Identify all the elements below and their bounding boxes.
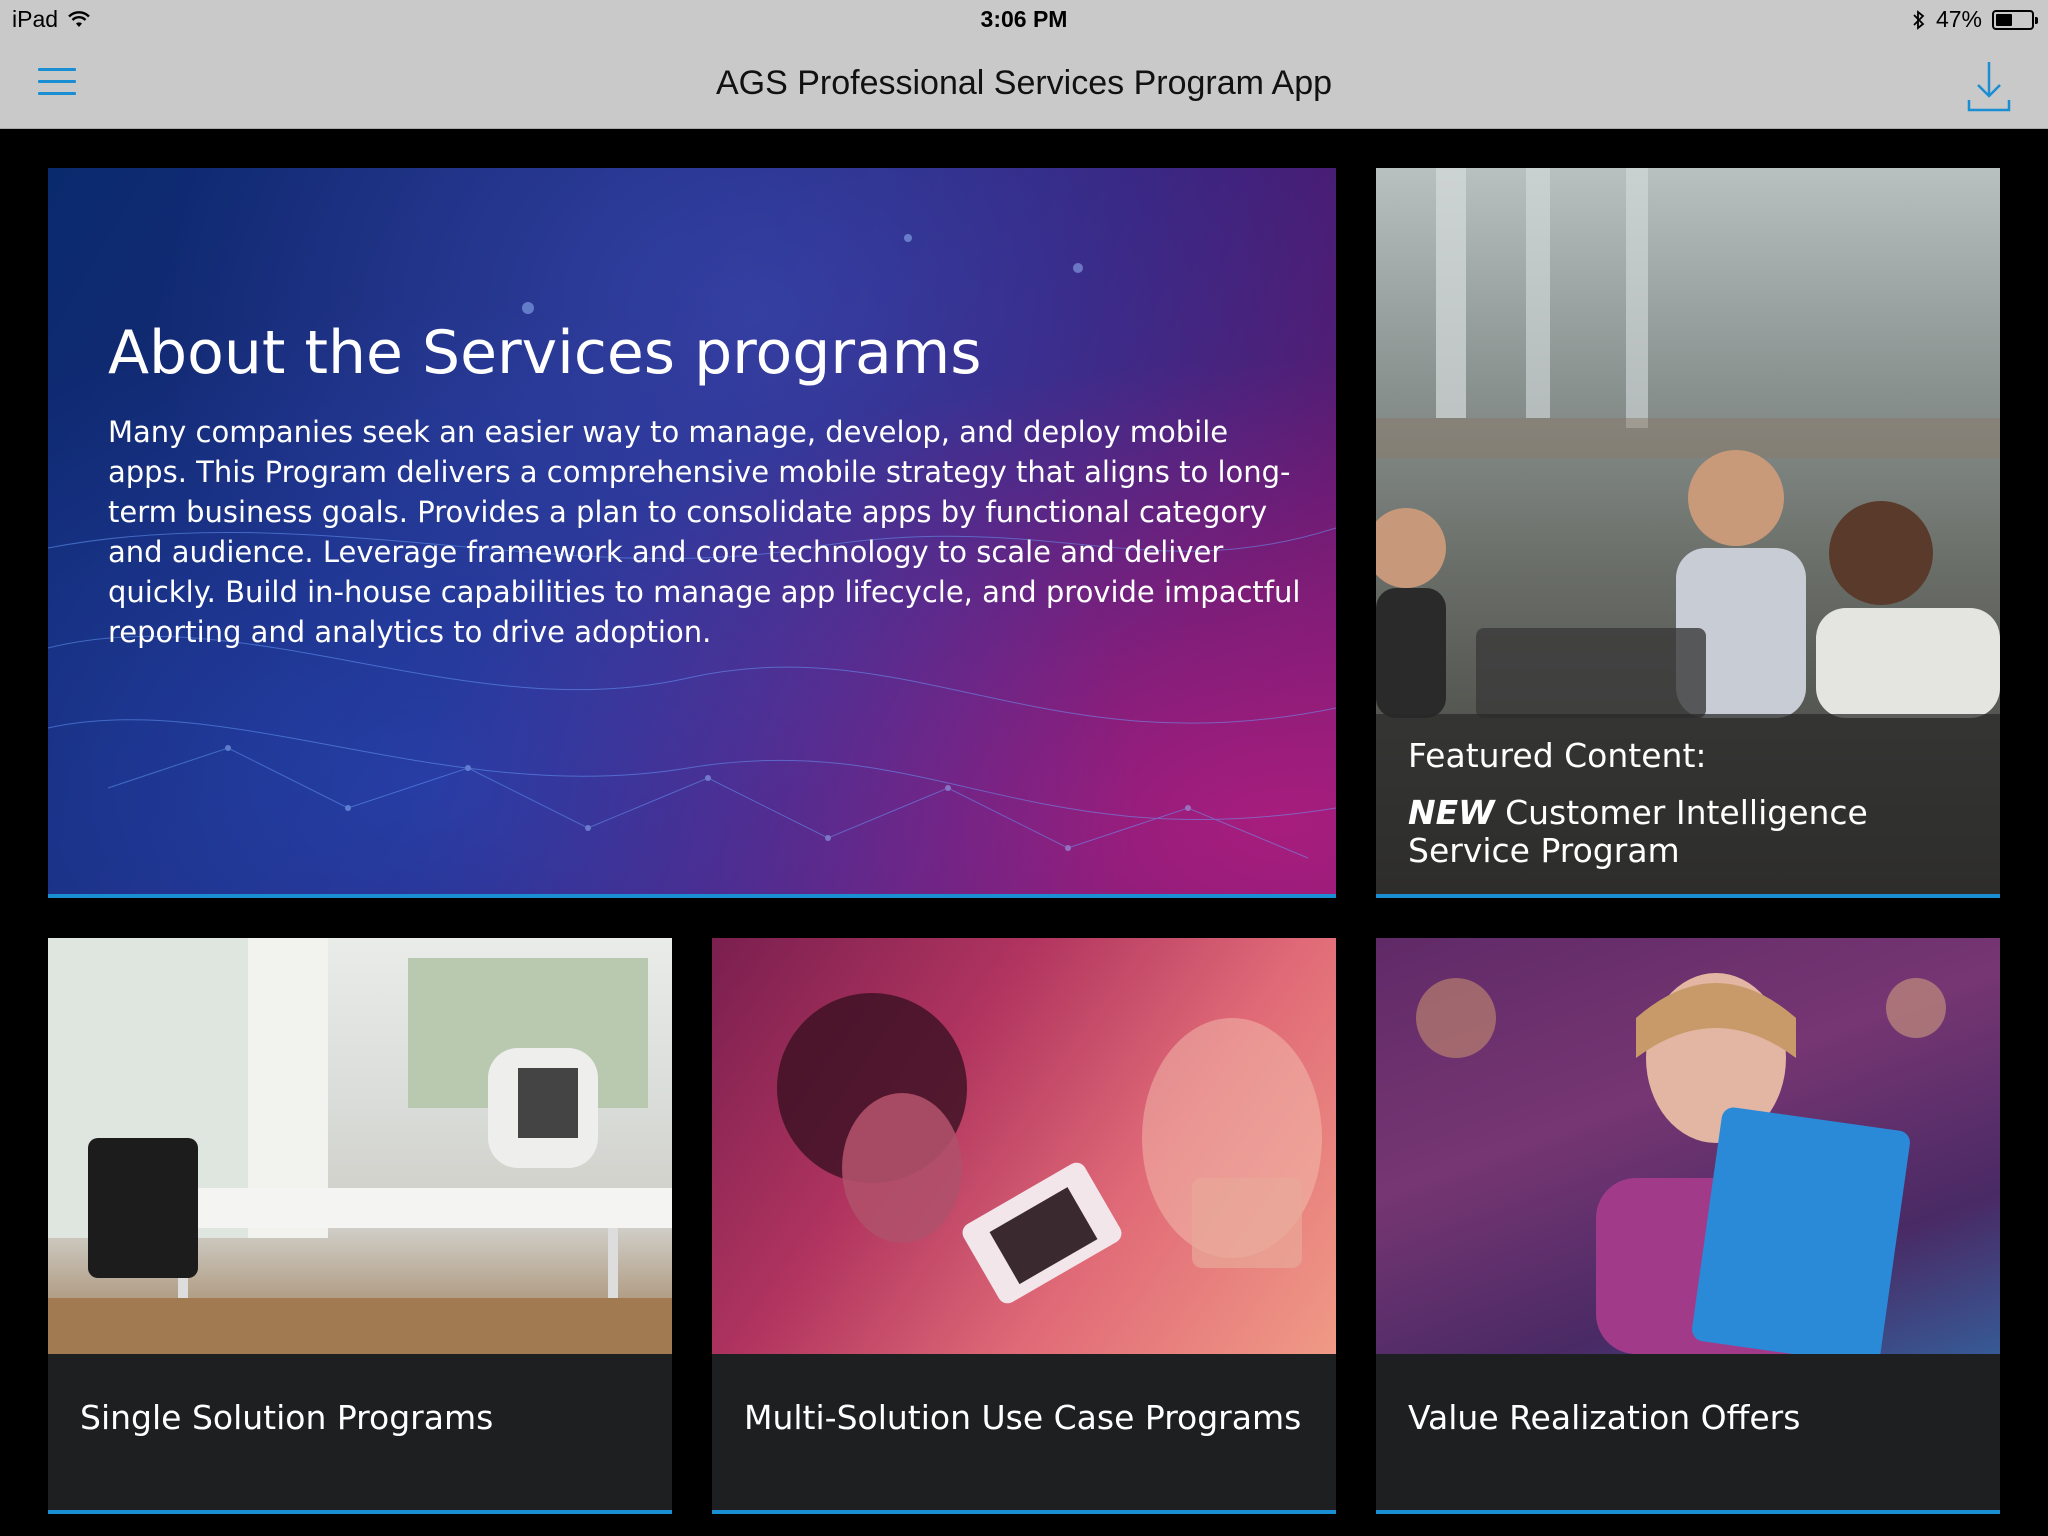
featured-caption: Featured Content: NEW Customer Intellige…	[1376, 714, 2000, 894]
woman-with-tablet-image	[1376, 938, 2000, 1354]
app-title: AGS Professional Services Program App	[715, 64, 1333, 102]
new-tag: NEW	[1408, 793, 1495, 832]
bluetooth-icon	[1913, 9, 1925, 30]
battery-icon	[1992, 9, 2038, 30]
featured-title: NEW Customer Intelligence Service Progra…	[1408, 794, 1968, 870]
single-solution-programs-tile[interactable]: Single Solution Programs	[48, 938, 672, 1514]
status-bar-right: 47%	[1912, 6, 2038, 33]
value-realization-offers-tile[interactable]: Value Realization Offers	[1376, 938, 2000, 1514]
tile-caption: Multi-Solution Use Case Programs	[712, 1354, 1336, 1510]
people-with-tablet-image	[712, 938, 1336, 1354]
featured-content-tile[interactable]: Featured Content: NEW Customer Intellige…	[1376, 168, 2000, 898]
navigation-bar: AGS Professional Services Program App	[0, 40, 2048, 129]
status-bar-time: 3:06 PM	[980, 6, 1068, 32]
office-desk-image	[48, 938, 672, 1354]
hero-description: Many companies seek an easier way to man…	[108, 415, 1301, 649]
featured-label: Featured Content:	[1408, 736, 1707, 775]
battery-percent: 47%	[1935, 6, 1982, 32]
tile-label: Multi-Solution Use Case Programs	[744, 1398, 1302, 1437]
download-icon[interactable]	[1966, 58, 2012, 114]
tile-caption: Value Realization Offers	[1376, 1354, 2000, 1510]
meeting-photo-image	[1376, 168, 2000, 718]
tile-label: Value Realization Offers	[1408, 1398, 1801, 1437]
about-services-tile[interactable]: About the Services programs Many compani…	[48, 168, 1336, 898]
tile-caption: Single Solution Programs	[48, 1354, 672, 1510]
status-bar: iPad 3:06 PM 47%	[0, 0, 2048, 40]
multi-solution-use-case-programs-tile[interactable]: Multi-Solution Use Case Programs	[712, 938, 1336, 1514]
tile-label: Single Solution Programs	[80, 1398, 494, 1437]
battery-level	[1996, 13, 2012, 26]
hero-title: About the Services programs	[108, 318, 982, 388]
